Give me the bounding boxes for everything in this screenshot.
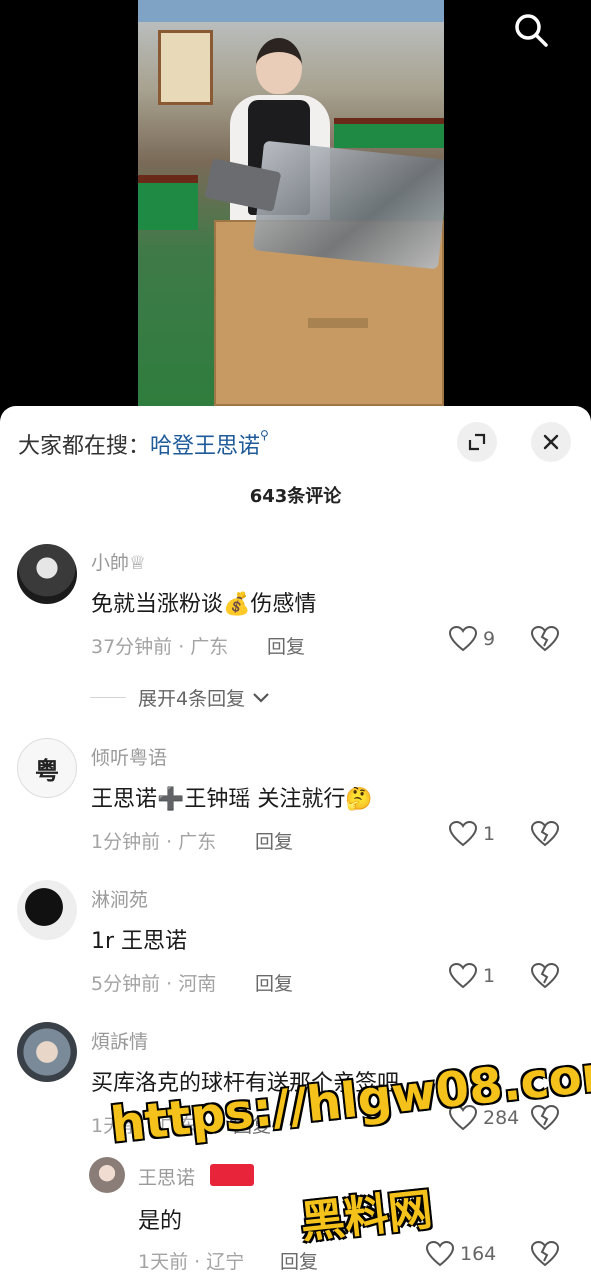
avatar[interactable]: 粤 — [17, 738, 77, 798]
close-icon — [543, 434, 559, 450]
expand-divider — [90, 697, 126, 698]
watermark-name: 黑料网 — [298, 1184, 435, 1249]
heart-icon — [426, 1241, 454, 1267]
broken-heart-icon — [530, 625, 560, 652]
heart-icon — [449, 963, 477, 989]
comment-username[interactable]: 淋涧苑 — [91, 885, 148, 912]
avatar[interactable] — [89, 1157, 125, 1193]
comment-meta: 37分钟前 · 广东 — [91, 636, 229, 658]
panel-header: 大家都在搜：哈登王思诺⚲ — [0, 406, 591, 478]
comment-username[interactable]: 煩訴情 — [91, 1027, 148, 1054]
like-button[interactable]: 164 — [426, 1241, 496, 1267]
expand-icon — [468, 433, 486, 451]
video-frame[interactable] — [138, 0, 444, 406]
avatar[interactable] — [17, 544, 77, 604]
comment-username[interactable]: 倾听粤语 — [91, 743, 167, 770]
comment-username[interactable]: 小帥♕ — [91, 548, 146, 575]
reply-button[interactable]: 回复 — [255, 827, 293, 854]
search-icon — [515, 14, 548, 47]
avatar[interactable] — [17, 1022, 77, 1082]
video-wrapped-cases — [252, 140, 444, 270]
comment-meta: 1天前 · 辽宁 — [138, 1251, 245, 1273]
video-person-head — [256, 38, 302, 94]
comments-panel: 大家都在搜：哈登王思诺⚲ 643条评论 — [0, 406, 591, 1280]
expand-replies-button[interactable]: 展开4条回复 — [90, 684, 271, 711]
like-count: 1 — [483, 965, 496, 987]
like-count: 9 — [483, 628, 496, 650]
avatar-logo-glyph: 粤 — [35, 755, 59, 785]
app-screen: 大家都在搜：哈登王思诺⚲ 643条评论 小帥♕ 免就当涨粉谈💰伤感情 37分钟前… — [0, 0, 591, 1280]
dislike-button[interactable] — [530, 625, 560, 656]
video-pool-table-right — [334, 118, 444, 148]
reply-button[interactable]: 回复 — [255, 969, 293, 996]
comment-meta: 1分钟前 · 广东 — [91, 831, 217, 853]
video-box-label — [308, 318, 368, 328]
like-button[interactable]: 9 — [449, 626, 495, 652]
comment-text: 1r 王思诺 — [91, 929, 188, 954]
avatar[interactable] — [17, 880, 77, 940]
video-pool-table-left — [138, 175, 198, 230]
broken-heart-icon — [530, 820, 560, 847]
expand-replies-label: 展开4条回复 — [138, 688, 246, 710]
like-button[interactable]: 1 — [449, 963, 495, 989]
chevron-down-icon — [253, 692, 269, 703]
comment-text: 王思诺➕王钟瑶 关注就行🤔 — [91, 787, 373, 812]
dislike-button[interactable] — [530, 1240, 560, 1271]
dislike-button[interactable] — [530, 1104, 560, 1135]
video-window — [158, 30, 213, 105]
expand-panel-button[interactable] — [457, 422, 497, 462]
heart-icon — [449, 821, 477, 847]
comment-text: 免就当涨粉谈💰伤感情 — [91, 592, 317, 617]
like-button[interactable]: 1 — [449, 821, 495, 847]
reply-button[interactable]: 回复 — [280, 1247, 318, 1274]
comment-count: 643条评论 — [249, 486, 342, 507]
search-small-icon: ⚲ — [260, 428, 269, 442]
search-hint-term[interactable]: 哈登王思诺 — [150, 434, 260, 459]
video-player[interactable] — [0, 0, 591, 420]
like-count: 164 — [460, 1243, 497, 1265]
search-hint-prefix: 大家都在搜： — [18, 434, 151, 459]
dislike-button[interactable] — [530, 820, 560, 851]
broken-heart-icon — [530, 962, 560, 989]
search-button[interactable] — [511, 10, 551, 50]
comment-text: 是的 — [138, 1209, 183, 1234]
like-count: 1 — [483, 823, 496, 845]
heart-icon — [449, 626, 477, 652]
dislike-button[interactable] — [530, 962, 560, 993]
author-badge — [210, 1164, 254, 1186]
reply-button[interactable]: 回复 — [267, 632, 305, 659]
comment-meta: 5分钟前 · 河南 — [91, 973, 217, 995]
search-suggestion[interactable]: 大家都在搜：哈登王思诺⚲ — [18, 428, 269, 460]
comment-username[interactable]: 王思诺 — [138, 1163, 195, 1190]
video-ceiling — [138, 0, 444, 22]
broken-heart-icon — [530, 1240, 560, 1267]
close-panel-button[interactable] — [531, 422, 571, 462]
